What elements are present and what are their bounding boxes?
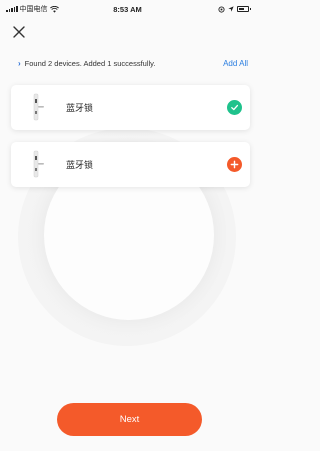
checkmark-icon: [227, 100, 242, 115]
smart-lock-icon: [33, 93, 44, 120]
status-bar-right: [159, 5, 251, 13]
add-all-link[interactable]: Add All: [223, 59, 248, 68]
smart-lock-icon: [33, 150, 44, 177]
scan-status-row: › Found 2 devices. Added 1 successfully.…: [18, 57, 248, 69]
close-button[interactable]: [11, 24, 27, 40]
location-icon: [228, 6, 234, 12]
status-bar-time: 8:53 AM: [113, 4, 142, 14]
status-bar-left: 中国电信: [6, 4, 96, 14]
close-icon: [13, 26, 25, 38]
orientation-lock-icon: [218, 5, 225, 13]
status-bar: 中国电信 8:53 AM: [0, 0, 255, 18]
signal-icon: [6, 6, 18, 12]
battery-icon: [237, 6, 251, 12]
device-card-1[interactable]: 蓝牙锁: [11, 85, 250, 130]
next-button[interactable]: Next: [57, 403, 202, 436]
scan-status-text: Found 2 devices. Added 1 successfully.: [24, 58, 156, 68]
carrier-label: 中国电信: [19, 6, 48, 13]
loading-spinner-icon: ›: [18, 58, 21, 68]
wifi-icon: [49, 5, 59, 13]
plus-icon: [230, 160, 239, 169]
add-device-button[interactable]: [227, 157, 242, 172]
device-name: 蓝牙锁: [66, 160, 94, 170]
device-name: 蓝牙锁: [66, 103, 94, 113]
device-card-2[interactable]: 蓝牙锁: [11, 142, 250, 187]
